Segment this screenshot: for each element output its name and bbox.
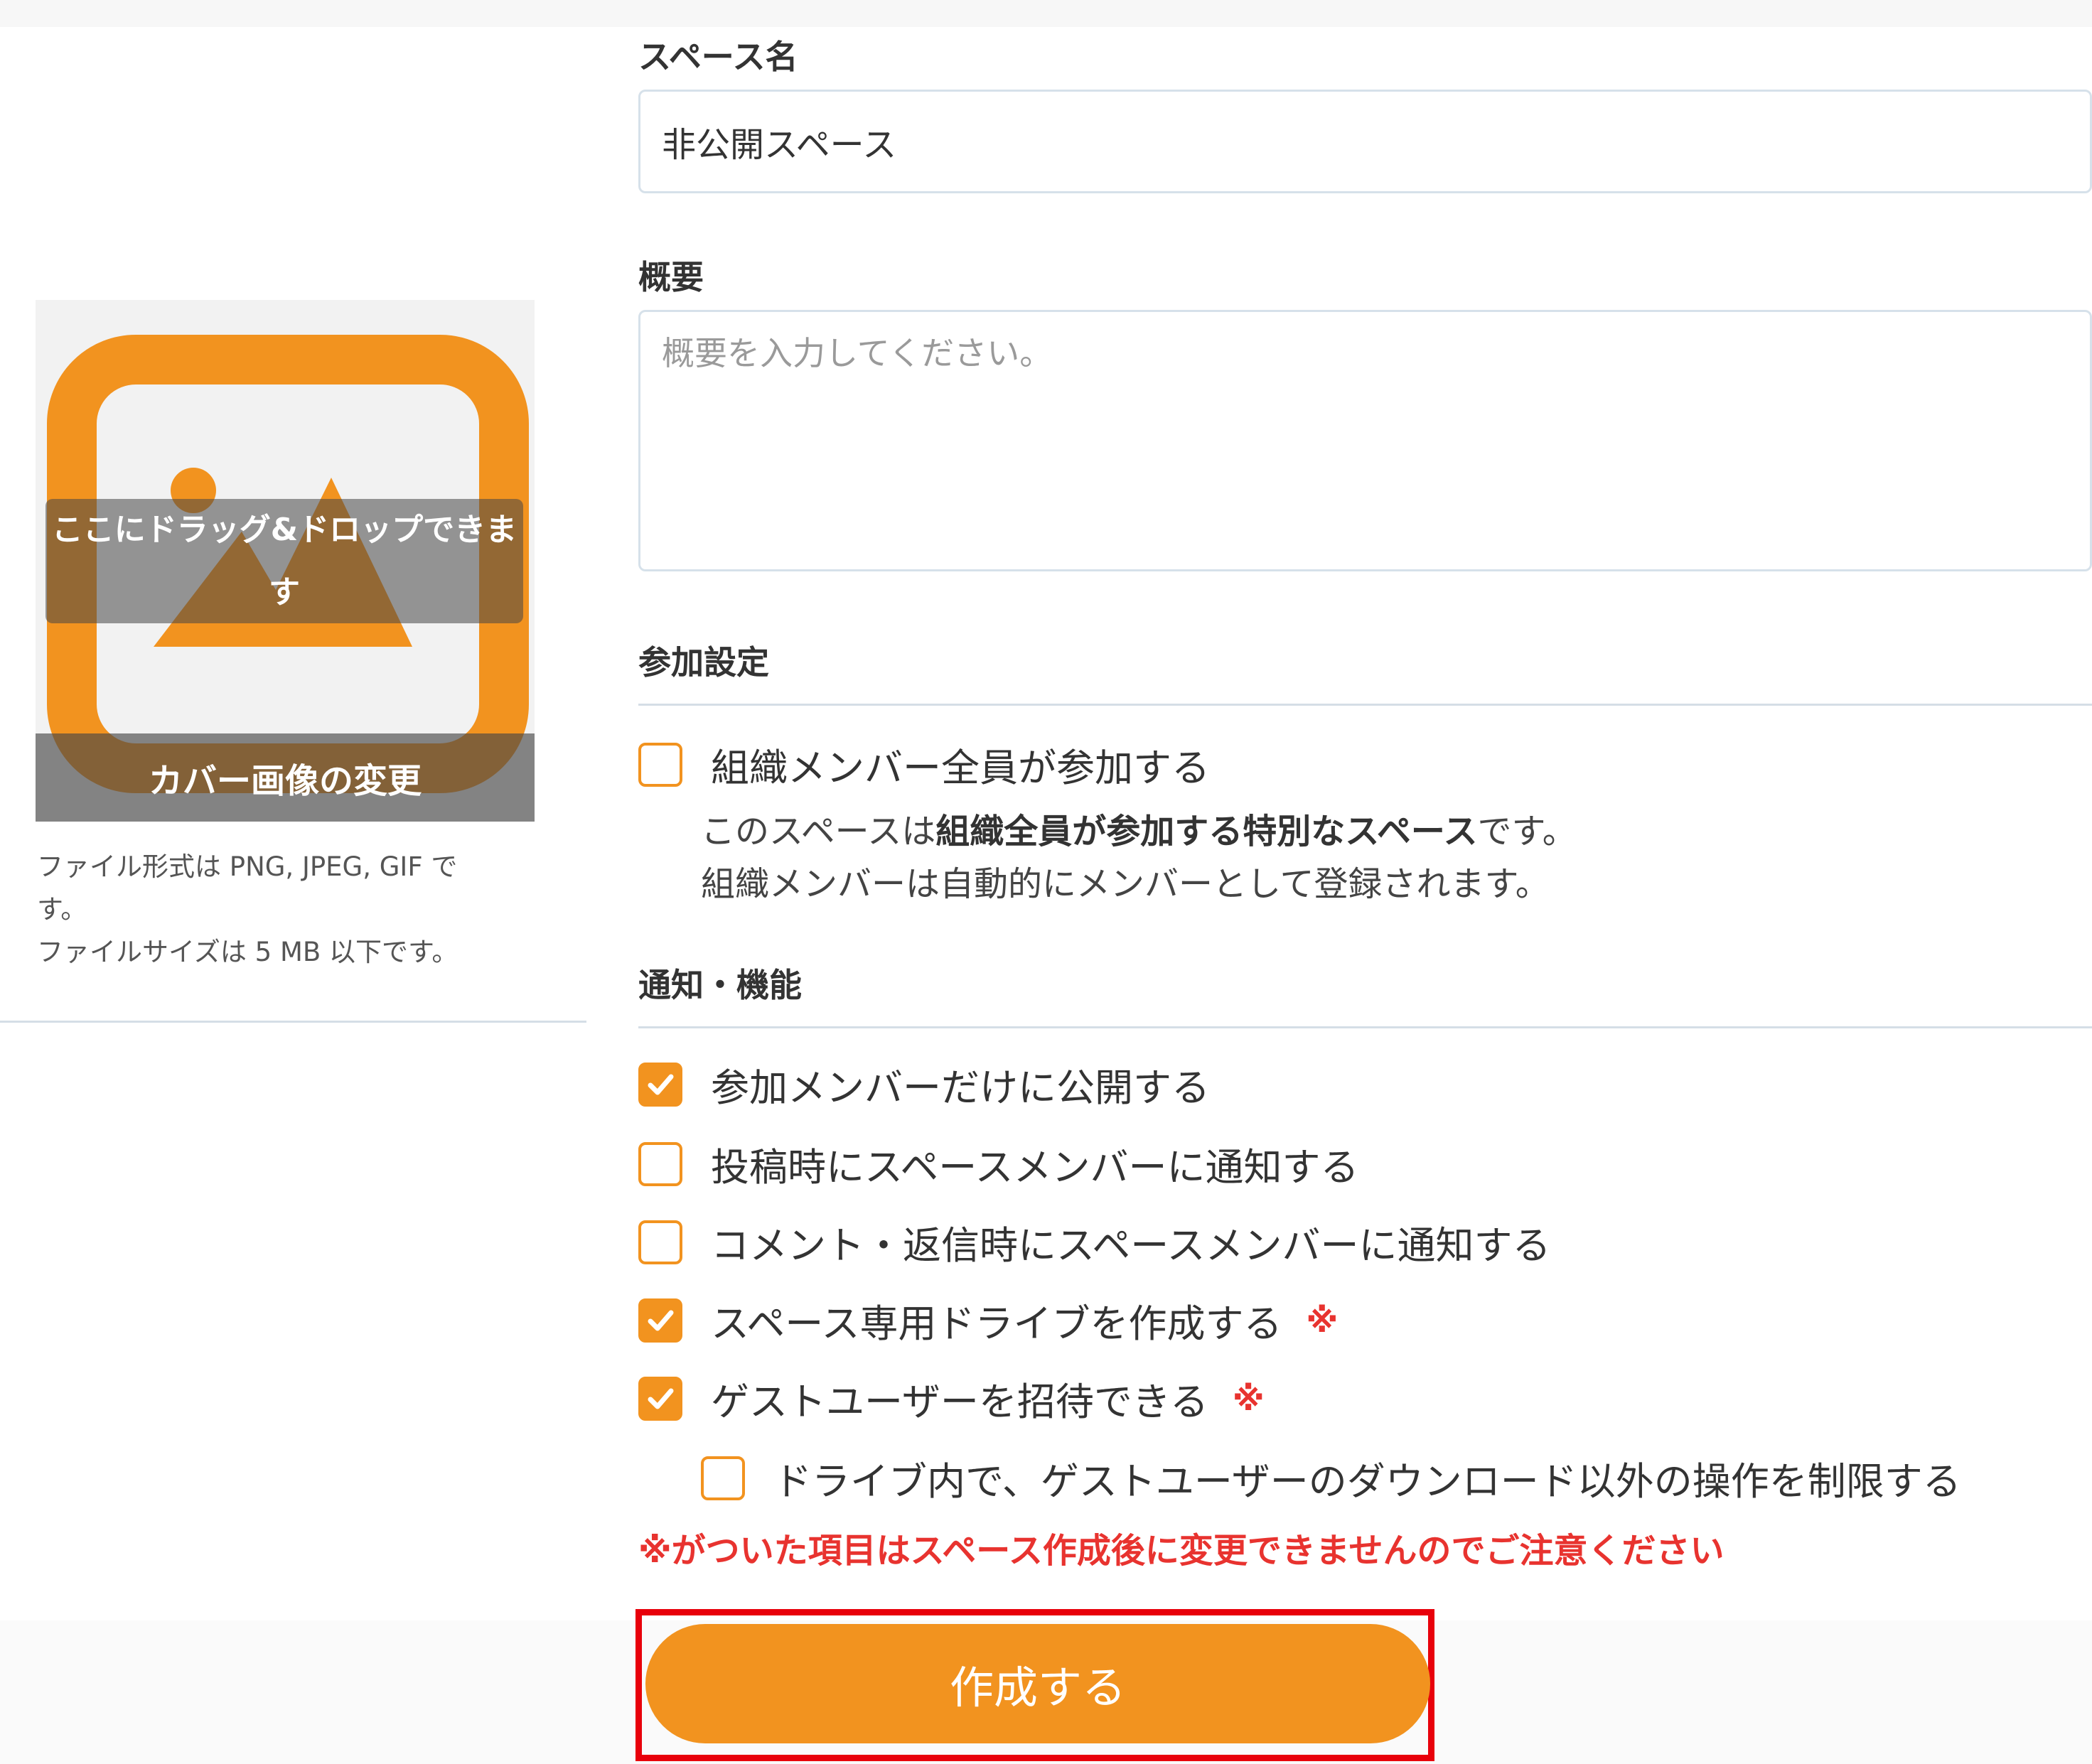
cover-image-dropzone[interactable]: ここにドラッグ&ドロップできます カバー画像の変更: [36, 300, 535, 822]
immutable-mark: ※: [1306, 1301, 1339, 1340]
invite-guest-checkbox[interactable]: [638, 1376, 682, 1421]
file-requirements: ファイル形式は PNG, JPEG, GIF です。 ファイルサイズは 5 MB…: [37, 846, 506, 974]
notify-comment-option[interactable]: コメント・返信時にスペースメンバーに通知する: [638, 1214, 1551, 1270]
create-drive-checkbox[interactable]: [638, 1298, 682, 1343]
all-members-description-2: 組織メンバーは自動的にメンバーとして登録されます。: [701, 864, 1550, 904]
change-cover-button[interactable]: カバー画像の変更: [36, 733, 535, 822]
participation-heading: 参加設定: [638, 643, 769, 682]
members-only-option[interactable]: 参加メンバーだけに公開する: [638, 1056, 1210, 1112]
all-members-option[interactable]: 組織メンバー全員が参加する: [638, 736, 1210, 792]
all-members-label: 組織メンバー全員が参加する: [711, 746, 1210, 790]
members-only-label: 参加メンバーだけに公開する: [711, 1065, 1210, 1110]
checkmark-icon: [648, 1388, 674, 1409]
space-name-input[interactable]: [638, 90, 2092, 193]
participation-divider: [638, 704, 2092, 706]
left-divider: [0, 1021, 586, 1023]
invite-guest-option[interactable]: ゲストユーザーを招待できる ※: [638, 1370, 1265, 1426]
create-drive-label: スペース専用ドライブを作成する: [711, 1301, 1282, 1346]
notify-post-label: 投稿時にスペースメンバーに通知する: [711, 1145, 1359, 1190]
notify-comment-checkbox[interactable]: [638, 1220, 682, 1264]
features-divider: [638, 1026, 2092, 1028]
desc-suffix: です。: [1477, 812, 1577, 851]
guest-restrict-checkbox[interactable]: [701, 1456, 745, 1500]
all-members-checkbox[interactable]: [638, 742, 682, 787]
summary-label: 概要: [638, 258, 704, 296]
guest-restrict-label: ドライブ内で、ゲストユーザーのダウンロード以外の操作を制限する: [773, 1459, 1961, 1504]
file-size-note: ファイルサイズは 5 MB 以下です。: [37, 937, 458, 967]
checkmark-icon: [648, 1074, 674, 1095]
space-name-label: スペース名: [638, 38, 798, 76]
checkmark-icon: [648, 1310, 674, 1330]
create-button[interactable]: 作成する: [645, 1624, 1430, 1743]
summary-textarea[interactable]: [638, 310, 2092, 571]
members-only-checkbox[interactable]: [638, 1062, 682, 1107]
guest-restrict-option[interactable]: ドライブ内で、ゲストユーザーのダウンロード以外の操作を制限する: [701, 1450, 1961, 1506]
create-drive-option[interactable]: スペース専用ドライブを作成する ※: [638, 1292, 1338, 1348]
immutable-warning: ※がついた項目はスペース作成後に変更できませんのでご注意ください: [638, 1531, 1724, 1571]
notify-comment-label: コメント・返信時にスペースメンバーに通知する: [711, 1223, 1551, 1268]
all-members-description: このスペースは組織全員が参加する特別なスペースです。: [701, 803, 1577, 853]
create-space-page: ここにドラッグ&ドロップできます カバー画像の変更 ファイル形式は PNG, J…: [0, 0, 2092, 1764]
invite-guest-label: ゲストユーザーを招待できる: [711, 1380, 1208, 1424]
desc-prefix: このスペースは: [701, 812, 936, 851]
file-format-note: ファイル形式は PNG, JPEG, GIF です。: [37, 851, 458, 925]
notify-post-option[interactable]: 投稿時にスペースメンバーに通知する: [638, 1136, 1359, 1192]
desc-bold: 組織全員が参加する特別なスペース: [935, 812, 1478, 851]
top-band: [0, 0, 2092, 27]
immutable-mark: ※: [1232, 1379, 1265, 1418]
notify-post-checkbox[interactable]: [638, 1141, 682, 1186]
drop-hint: ここにドラッグ&ドロップできます: [45, 499, 523, 623]
features-heading: 通知・機能: [638, 966, 802, 1004]
